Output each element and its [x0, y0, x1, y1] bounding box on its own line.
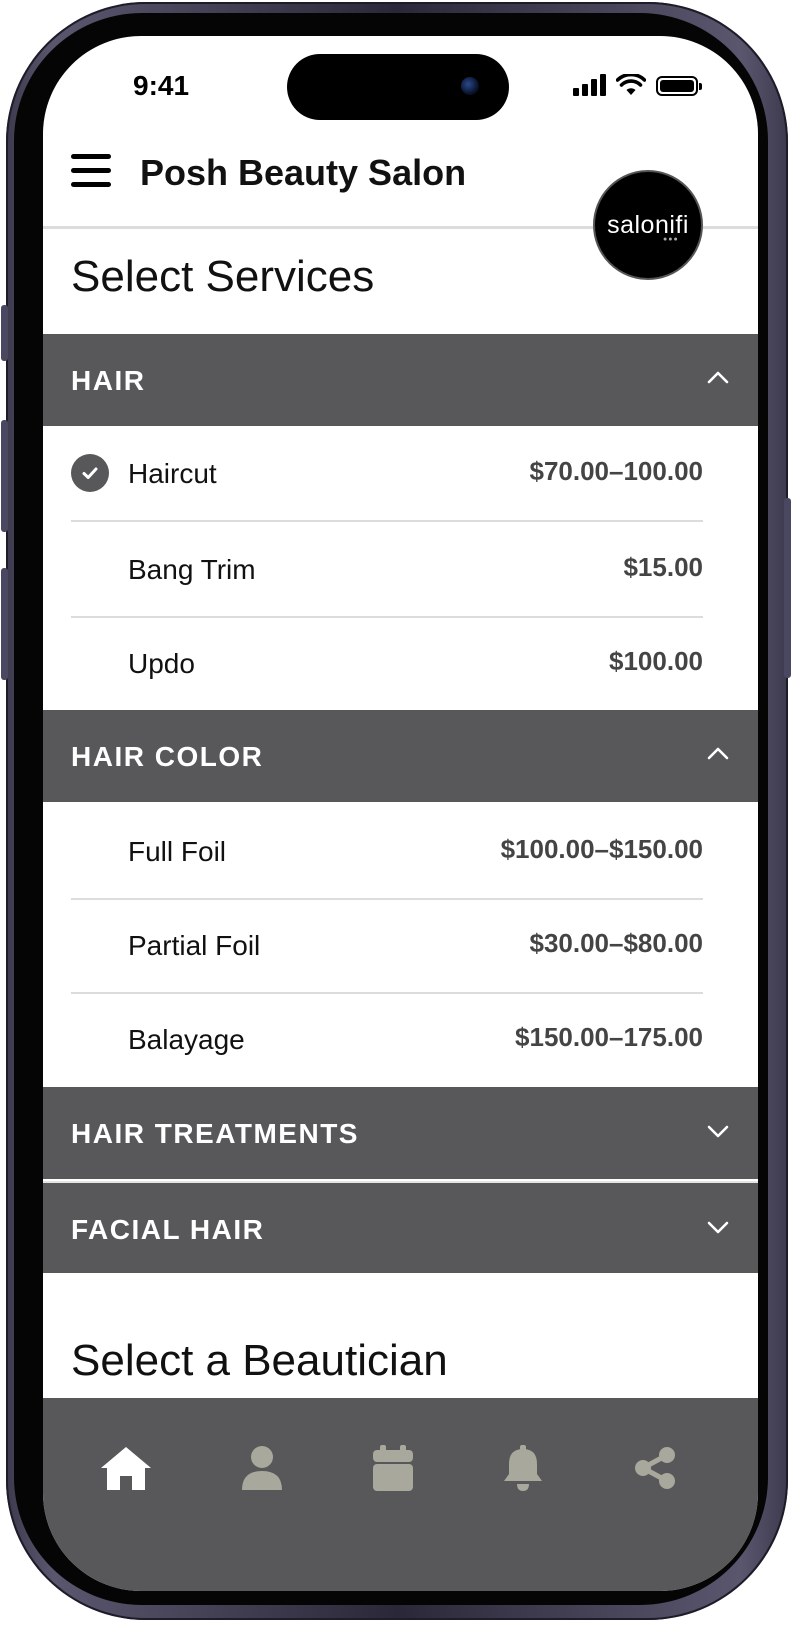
- service-price: $100.00: [609, 646, 703, 676]
- bell-icon: [504, 1445, 542, 1491]
- tab-profile[interactable]: [234, 1440, 290, 1496]
- wifi-icon: [616, 74, 646, 95]
- service-row-haircut[interactable]: Haircut $70.00–100.00: [71, 426, 703, 522]
- checkmark-icon: [71, 454, 109, 492]
- tab-home[interactable]: [98, 1440, 154, 1496]
- dynamic-island: [287, 54, 509, 120]
- category-label: FACIAL HAIR: [71, 1214, 265, 1245]
- volume-down-button: [1, 568, 8, 680]
- category-facial-hair[interactable]: FACIAL HAIR: [43, 1181, 758, 1273]
- service-name: Full Foil: [128, 836, 227, 867]
- chevron-down-icon: [707, 1125, 729, 1138]
- service-price: $100.00–$150.00: [500, 834, 703, 864]
- tab-share[interactable]: [627, 1440, 683, 1496]
- category-hair[interactable]: HAIR: [43, 334, 758, 426]
- category-label: HAIR COLOR: [71, 741, 264, 772]
- service-row-bang-trim[interactable]: Bang Trim $15.00: [71, 522, 703, 618]
- service-name: Partial Foil: [128, 930, 261, 961]
- service-row-full-foil[interactable]: Full Foil $100.00–$150.00: [71, 804, 703, 900]
- share-icon: [635, 1447, 675, 1489]
- user-icon: [242, 1446, 282, 1490]
- service-row-balayage[interactable]: Balayage $150.00–175.00: [71, 992, 703, 1086]
- tab-calendar[interactable]: [365, 1440, 421, 1496]
- service-row-updo[interactable]: Updo $100.00: [71, 616, 703, 710]
- menu-icon[interactable]: [71, 154, 111, 188]
- home-icon: [101, 1447, 151, 1490]
- service-price: $30.00–$80.00: [529, 928, 703, 958]
- calendar-icon: [373, 1445, 413, 1491]
- battery-icon: [656, 76, 702, 96]
- service-row-partial-foil[interactable]: Partial Foil $30.00–$80.00: [71, 898, 703, 994]
- chevron-up-icon: [707, 747, 729, 760]
- chevron-down-icon: [707, 1221, 729, 1234]
- logo-subtext: ●●●: [663, 236, 679, 243]
- service-name: Haircut: [128, 458, 217, 489]
- service-name: Bang Trim: [128, 554, 256, 585]
- volume-up-button: [1, 420, 8, 532]
- category-hair-color[interactable]: HAIR COLOR: [43, 710, 758, 802]
- beautician-title: Select a Beautician: [71, 1336, 448, 1385]
- power-button: [784, 498, 791, 678]
- camera-icon: [461, 77, 479, 95]
- category-label: HAIR TREATMENTS: [71, 1118, 359, 1149]
- chevron-up-icon: [707, 371, 729, 384]
- category-label: HAIR: [71, 365, 146, 396]
- service-price: $15.00: [623, 552, 703, 582]
- salonifi-logo: salonifi ●●●: [593, 170, 703, 280]
- category-hair-treatments[interactable]: HAIR TREATMENTS: [43, 1087, 758, 1179]
- service-name: Updo: [128, 648, 195, 679]
- status-bar: 9:41: [43, 36, 758, 136]
- status-time: 9:41: [133, 70, 190, 101]
- screen: 9:41 Posh Beauty Salon salonifi ●●● Sele…: [43, 36, 758, 1591]
- service-price: $70.00–100.00: [529, 456, 703, 486]
- signal-icon: [573, 74, 606, 96]
- salon-name: Posh Beauty Salon: [140, 152, 467, 193]
- tab-bar: [43, 1398, 758, 1591]
- action-button: [1, 305, 8, 361]
- tab-notifications[interactable]: [495, 1440, 551, 1496]
- service-name: Balayage: [128, 1024, 245, 1055]
- services-title: Select Services: [71, 252, 375, 301]
- service-price: $150.00–175.00: [515, 1022, 703, 1052]
- status-icons: [573, 74, 702, 96]
